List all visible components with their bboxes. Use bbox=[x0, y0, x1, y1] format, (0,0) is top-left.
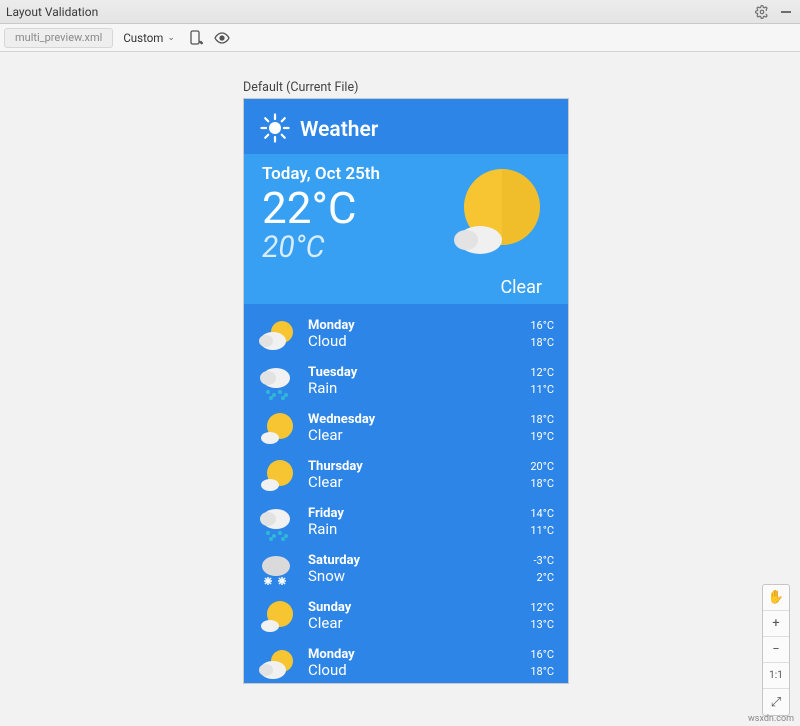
forecast-text: WednesdayClear bbox=[298, 412, 530, 444]
forecast-day: Tuesday bbox=[308, 365, 530, 380]
forecast-day: Friday bbox=[308, 506, 530, 521]
forecast-condition: Cloud bbox=[308, 661, 530, 679]
forecast-row[interactable]: MondayCloud16°C 18°C bbox=[258, 310, 554, 357]
today-hero: Today, Oct 25th 22°C 20°C Clear bbox=[244, 154, 568, 304]
forecast-row[interactable]: WednesdayClear18°C 19°C bbox=[258, 404, 554, 451]
zoom-out-button[interactable]: − bbox=[763, 637, 789, 663]
panel-header: Layout Validation bbox=[0, 0, 800, 24]
forecast-low: 18°C bbox=[530, 336, 554, 349]
app-title: Weather bbox=[300, 118, 378, 142]
forecast-text: MondayCloud bbox=[298, 647, 530, 679]
forecast-row[interactable]: FridayRain14°C 11°C bbox=[258, 498, 554, 545]
forecast-high: 12°C bbox=[530, 601, 554, 614]
forecast-temps: 12°C 13°C bbox=[530, 601, 554, 631]
clear-icon bbox=[258, 596, 298, 636]
forecast-low: 19°C bbox=[530, 430, 554, 443]
forecast-condition: Clear bbox=[308, 473, 530, 491]
toolbar: multi_preview.xml Custom ⌄ bbox=[0, 24, 800, 52]
forecast-text: SundayClear bbox=[298, 600, 530, 632]
clear-icon bbox=[258, 455, 298, 495]
forecast-row[interactable]: TuesdayRain12°C 11°C bbox=[258, 357, 554, 404]
forecast-high: 18°C bbox=[530, 413, 554, 426]
forecast-high: 12°C bbox=[530, 366, 554, 379]
visibility-icon[interactable] bbox=[211, 27, 233, 49]
sun-icon bbox=[260, 113, 290, 146]
cloud-icon bbox=[258, 314, 298, 354]
watermark: wsxdn.com bbox=[748, 714, 794, 724]
preview-canvas[interactable]: Default (Current File) Weather Today, Oc… bbox=[0, 52, 800, 726]
forecast-text: MondayCloud bbox=[298, 318, 530, 350]
file-name-label: multi_preview.xml bbox=[15, 31, 102, 44]
forecast-temps: -3°C 2°C bbox=[534, 554, 555, 584]
forecast-condition: Clear bbox=[308, 614, 530, 632]
pan-button[interactable]: ✋ bbox=[763, 585, 789, 611]
today-clear-icon bbox=[450, 162, 550, 262]
forecast-low: 2°C bbox=[534, 571, 555, 584]
preview-config-dropdown[interactable]: Custom ⌄ bbox=[117, 28, 181, 48]
file-name-chip[interactable]: multi_preview.xml bbox=[4, 28, 113, 48]
forecast-low: 11°C bbox=[530, 524, 554, 537]
forecast-row[interactable]: MondayCloud16°C 18°C bbox=[258, 639, 554, 686]
cloud-icon bbox=[258, 643, 298, 683]
forecast-temps: 14°C 11°C bbox=[530, 507, 554, 537]
forecast-day: Monday bbox=[308, 647, 530, 662]
rain-icon bbox=[258, 361, 298, 401]
forecast-high: 20°C bbox=[530, 460, 554, 473]
panel-title: Layout Validation bbox=[6, 5, 746, 19]
snow-icon bbox=[258, 549, 298, 589]
device-preview: Weather Today, Oct 25th 22°C 20°C Clear … bbox=[243, 98, 569, 684]
forecast-high: -3°C bbox=[534, 554, 555, 567]
forecast-high: 16°C bbox=[530, 319, 554, 332]
zoom-panel: ✋ + − 1:1 ⤢ bbox=[762, 584, 790, 716]
forecast-row[interactable]: SaturdaySnow-3°C 2°C bbox=[258, 545, 554, 592]
rain-icon bbox=[258, 502, 298, 542]
forecast-text: ThursdayClear bbox=[298, 459, 530, 491]
chevron-down-icon: ⌄ bbox=[167, 33, 175, 43]
forecast-row[interactable]: ThursdayClear20°C 18°C bbox=[258, 451, 554, 498]
preview-label: Default (Current File) bbox=[243, 80, 358, 95]
today-condition: Clear bbox=[500, 277, 542, 298]
zoom-in-button[interactable]: + bbox=[763, 611, 789, 637]
device-icon[interactable] bbox=[185, 27, 207, 49]
forecast-temps: 18°C 19°C bbox=[530, 413, 554, 443]
forecast-low: 13°C bbox=[530, 618, 554, 631]
forecast-day: Sunday bbox=[308, 600, 530, 615]
forecast-list: MondayCloud16°C18°CTuesdayRain12°C11°CWe… bbox=[244, 304, 568, 690]
forecast-day: Saturday bbox=[308, 553, 534, 568]
gear-icon[interactable] bbox=[754, 4, 770, 20]
forecast-low: 18°C bbox=[530, 665, 554, 678]
forecast-high: 14°C bbox=[530, 507, 554, 520]
forecast-text: SaturdaySnow bbox=[298, 553, 534, 585]
forecast-low: 11°C bbox=[530, 383, 554, 396]
minimize-icon[interactable] bbox=[778, 4, 794, 20]
forecast-high: 16°C bbox=[530, 648, 554, 661]
forecast-text: FridayRain bbox=[298, 506, 530, 538]
clear-icon bbox=[258, 408, 298, 448]
forecast-day: Wednesday bbox=[308, 412, 530, 427]
forecast-temps: 16°C 18°C bbox=[530, 319, 554, 349]
zoom-fit-button[interactable]: ⤢ bbox=[763, 689, 789, 715]
forecast-temps: 20°C 18°C bbox=[530, 460, 554, 490]
forecast-day: Monday bbox=[308, 318, 530, 333]
forecast-condition: Cloud bbox=[308, 332, 530, 350]
forecast-low: 18°C bbox=[530, 477, 554, 490]
forecast-condition: Rain bbox=[308, 379, 530, 397]
app-header: Weather bbox=[244, 99, 568, 154]
forecast-text: TuesdayRain bbox=[298, 365, 530, 397]
zoom-actual-button[interactable]: 1:1 bbox=[763, 663, 789, 689]
forecast-day: Thursday bbox=[308, 459, 530, 474]
forecast-temps: 16°C 18°C bbox=[530, 648, 554, 678]
forecast-condition: Rain bbox=[308, 520, 530, 538]
forecast-condition: Snow bbox=[308, 567, 534, 585]
forecast-condition: Clear bbox=[308, 426, 530, 444]
forecast-temps: 12°C 11°C bbox=[530, 366, 554, 396]
forecast-row[interactable]: SundayClear12°C 13°C bbox=[258, 592, 554, 639]
dropdown-label: Custom bbox=[123, 31, 163, 45]
